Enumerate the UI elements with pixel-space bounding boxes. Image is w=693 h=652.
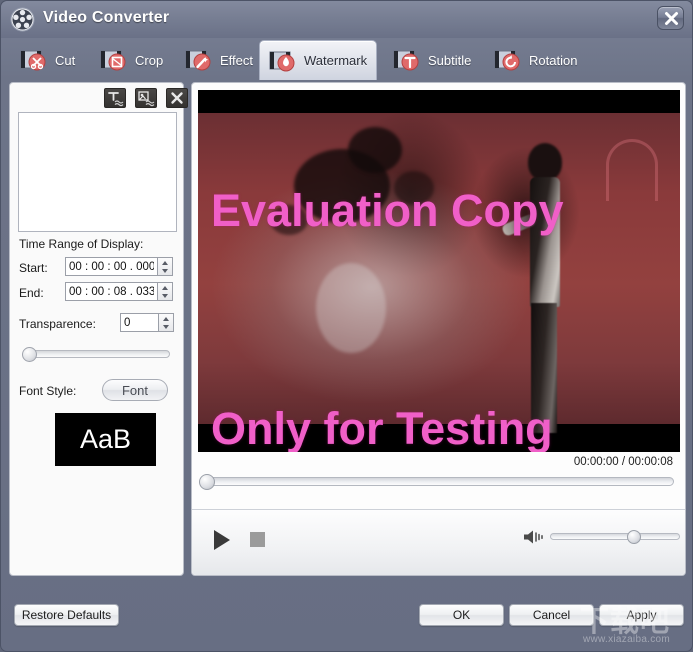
window-title: Video Converter bbox=[43, 9, 170, 26]
image-watermark-icon bbox=[138, 91, 155, 107]
film-reel-icon bbox=[10, 7, 35, 32]
tab-watermark[interactable]: Watermark bbox=[259, 40, 378, 80]
background-arch bbox=[606, 139, 658, 201]
transparence-slider-handle[interactable] bbox=[22, 347, 37, 362]
player-controls bbox=[192, 510, 685, 575]
transparence-label: Transparence: bbox=[19, 317, 96, 331]
apply-button[interactable]: Apply bbox=[599, 604, 684, 626]
font-style-label: Font Style: bbox=[19, 384, 77, 398]
watermark-list[interactable] bbox=[18, 112, 177, 232]
restore-defaults-button[interactable]: Restore Defaults bbox=[14, 604, 119, 626]
transparence-slider[interactable] bbox=[22, 347, 170, 362]
volume-icon[interactable] bbox=[522, 528, 544, 546]
tab-label: Rotation bbox=[529, 52, 578, 68]
title-bar: Video Converter bbox=[1, 1, 692, 38]
tab-subtitle[interactable]: Subtitle bbox=[384, 40, 480, 80]
water-drop-icon bbox=[269, 50, 299, 72]
end-time-input[interactable] bbox=[65, 282, 158, 301]
transparence-decrement[interactable] bbox=[159, 323, 173, 332]
ok-button[interactable]: OK bbox=[419, 604, 504, 626]
rotate-icon bbox=[494, 49, 524, 71]
close-icon bbox=[171, 92, 183, 104]
end-time-increment[interactable] bbox=[158, 283, 172, 292]
add-image-watermark-button[interactable] bbox=[135, 88, 157, 108]
playback-time-display: 00:00:00 / 00:00:08 bbox=[573, 456, 673, 468]
transparence-stepper[interactable] bbox=[120, 313, 174, 332]
watermark-settings-panel: Time Range of Display: Start: End: Trans… bbox=[9, 82, 188, 576]
content-area: Time Range of Display: Start: End: Trans… bbox=[9, 82, 686, 596]
dialog-button-bar: Restore Defaults OK Cancel Apply 下载吧 www… bbox=[1, 596, 692, 651]
seek-slider-handle[interactable] bbox=[199, 473, 215, 490]
video-preview[interactable]: Evaluation Copy Only for Testing bbox=[198, 90, 680, 452]
scissors-icon bbox=[20, 49, 50, 71]
font-button[interactable]: Font bbox=[102, 379, 168, 401]
start-label: Start: bbox=[19, 261, 48, 275]
watermark-text-line-2: Only for Testing bbox=[211, 403, 553, 452]
start-time-increment[interactable] bbox=[158, 258, 172, 267]
end-label: End: bbox=[19, 286, 44, 300]
watermark-text-line-1: Evaluation Copy bbox=[211, 185, 564, 236]
close-button[interactable] bbox=[657, 6, 684, 30]
close-icon bbox=[665, 12, 678, 25]
magic-wand-icon bbox=[185, 49, 215, 71]
font-preview: AaB bbox=[55, 413, 156, 466]
crop-icon bbox=[100, 49, 130, 71]
tab-effect[interactable]: Effect bbox=[176, 40, 262, 80]
end-time-spinner[interactable] bbox=[158, 282, 173, 301]
start-time-input[interactable] bbox=[65, 257, 158, 276]
transparence-spinner[interactable] bbox=[159, 313, 174, 332]
delete-watermark-button[interactable] bbox=[166, 88, 188, 108]
font-preview-text: AaB bbox=[79, 424, 132, 454]
volume-slider[interactable] bbox=[550, 530, 680, 544]
tab-label: Effect bbox=[220, 52, 254, 68]
transparence-increment[interactable] bbox=[159, 314, 173, 323]
tab-rotation[interactable]: Rotation bbox=[485, 40, 586, 80]
start-time-spinner[interactable] bbox=[158, 257, 173, 276]
video-frame bbox=[198, 113, 680, 433]
play-button[interactable] bbox=[214, 530, 230, 550]
text-t-icon bbox=[393, 49, 423, 71]
cancel-button[interactable]: Cancel bbox=[509, 604, 594, 626]
add-text-watermark-button[interactable] bbox=[104, 88, 126, 108]
start-time-stepper[interactable] bbox=[65, 257, 173, 276]
tab-label: Crop bbox=[135, 52, 164, 68]
tab-label: Cut bbox=[55, 52, 76, 68]
tab-crop[interactable]: Crop bbox=[91, 40, 172, 80]
site-watermark-url: www.xiazaiba.com bbox=[583, 634, 671, 645]
tab-bar: Cut Crop Effect Watermark Subtitle Rotat… bbox=[1, 38, 692, 83]
video-converter-window: Video Converter Cut Crop Effect Watermar… bbox=[0, 0, 693, 652]
end-time-stepper[interactable] bbox=[65, 282, 173, 301]
volume-slider-handle[interactable] bbox=[627, 530, 641, 544]
seek-slider[interactable] bbox=[199, 473, 674, 490]
start-time-decrement[interactable] bbox=[158, 267, 172, 276]
preview-panel: Evaluation Copy Only for Testing 00:00:0… bbox=[191, 82, 686, 576]
tab-label: Subtitle bbox=[428, 52, 472, 68]
end-time-decrement[interactable] bbox=[158, 292, 172, 301]
stop-button[interactable] bbox=[250, 532, 265, 547]
tab-label: Watermark bbox=[304, 53, 368, 68]
tab-cut[interactable]: Cut bbox=[11, 40, 84, 80]
time-range-label: Time Range of Display: bbox=[19, 237, 144, 251]
transparence-input[interactable] bbox=[120, 313, 159, 332]
text-watermark-icon bbox=[108, 92, 124, 107]
